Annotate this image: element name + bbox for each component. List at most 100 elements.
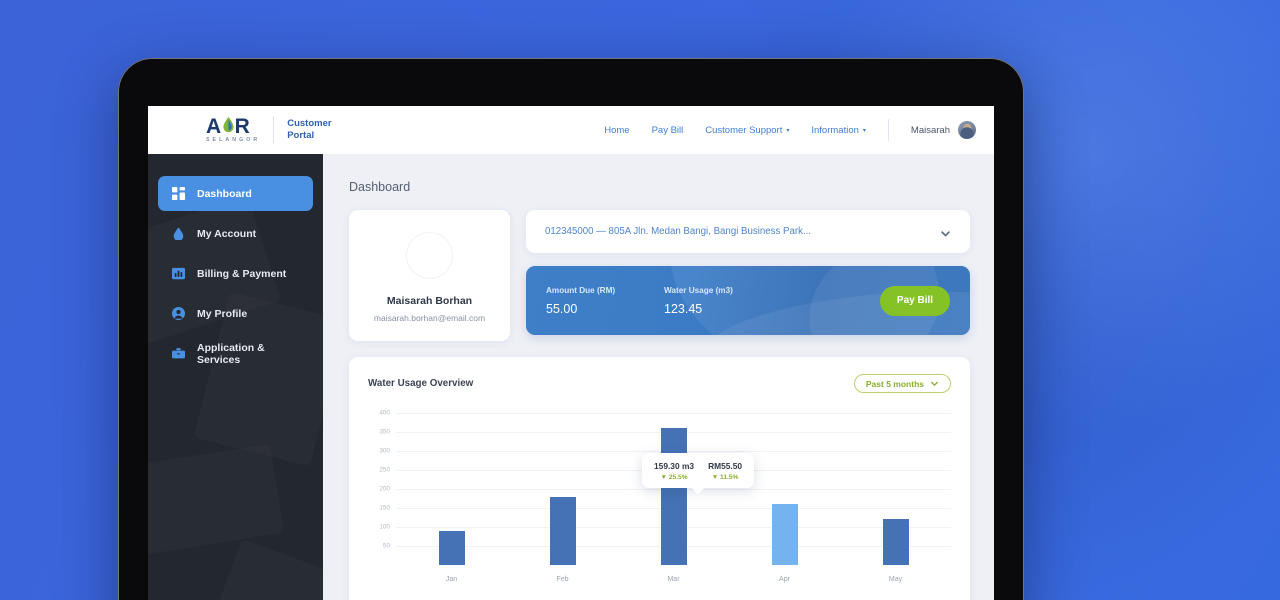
chart-title: Water Usage Overview [368, 378, 474, 389]
logo-wordmark: A R [206, 116, 260, 137]
chart-header: Water Usage Overview Past 5 months [368, 374, 951, 393]
date-range-label: Past 5 months [865, 378, 924, 389]
tablet-device-frame: A R SELANGOR Customer Portal Home Pay Bi… [118, 58, 1024, 600]
chart-x-tick-label: Jan [445, 576, 458, 583]
sidebar-item-dashboard[interactable]: Dashboard [158, 176, 313, 211]
sidebar-item-label: Dashboard [197, 187, 252, 200]
app-header: A R SELANGOR Customer Portal Home Pay Bi… [148, 106, 994, 154]
chart-x-axis: Jan Feb Mar Apr May [396, 576, 951, 583]
amount-due-stat: Amount Due (RM) 55.00 [546, 286, 664, 316]
chart-y-tick-label: 100 [379, 523, 390, 531]
logo-subtitle: SELANGOR [206, 137, 261, 144]
chart-bar[interactable] [438, 531, 465, 565]
chart-tooltip: 159.30 m3 ▼ 25.5% RM55.50 ▼ 11.5% [642, 453, 755, 495]
nav-link-information[interactable]: Information ▾ [811, 125, 866, 136]
sidebar-item-my-profile[interactable]: My Profile [158, 296, 313, 331]
user-menu-label: Maisarah [910, 124, 950, 136]
main-content: Dashboard Maisarah Borhan maisarah.borha… [323, 154, 994, 600]
tooltip-usage: 159.30 m3 ▼ 25.5% [654, 461, 694, 481]
logo-letter-a: A [206, 115, 222, 139]
tooltip-usage-value: 159.30 m3 [654, 461, 695, 471]
nav-link-pay-bill-label: Pay Bill [651, 124, 684, 136]
water-usage-stat: Water Usage (m3) 123.45 [664, 286, 814, 316]
chart-y-tick-label: 400 [379, 409, 390, 417]
chart-x-tick-label: Mar [667, 576, 680, 583]
nav-link-information-label: Information [811, 124, 859, 136]
user-menu[interactable]: Maisarah [911, 121, 976, 139]
nav-divider [887, 119, 889, 141]
grid-icon [172, 187, 185, 200]
chart-bar[interactable] [771, 504, 798, 565]
sidebar-decoration [201, 539, 323, 600]
chart-y-tick-label: 250 [379, 466, 390, 474]
water-usage-chart-card: Water Usage Overview Past 5 months 400 35… [349, 357, 970, 600]
chart-y-tick-label: 50 [382, 542, 390, 550]
date-range-selector[interactable]: Past 5 months [853, 374, 951, 393]
profile-email: maisarah.borhan@email.com [373, 313, 486, 323]
water-drop-icon [223, 116, 234, 137]
portal-title-line2: Portal [287, 129, 315, 141]
chevron-down-icon: ▾ [862, 127, 866, 134]
logo-mark: A R SELANGOR [206, 116, 260, 143]
bar-chart-plot: 400 350 300 250 200 150 100 50 Jan Feb Mar Apr May … [368, 405, 951, 583]
sidebar-item-billing-payment[interactable]: Billing & Payment [158, 256, 313, 291]
chart-x-tick-label: Feb [556, 576, 569, 583]
primary-navigation: Home Pay Bill Customer Support ▾ Informa… [604, 119, 976, 141]
billing-summary-card: Amount Due (RM) 55.00 Water Usage (m3) 1… [526, 266, 970, 335]
amount-due-label: Amount Due (RM) [546, 285, 616, 295]
account-selector[interactable]: 012345000 — 805A Jln. Medan Bangi, Bangi… [526, 210, 970, 253]
profile-card: Maisarah Borhan maisarah.borhan@email.co… [349, 210, 510, 341]
tooltip-amount-value: RM55.50 [708, 461, 743, 471]
tooltip-amount: RM55.50 ▼ 11.5% [708, 461, 742, 481]
sidebar-decoration [148, 444, 284, 555]
person-icon [172, 307, 185, 320]
logo-letter-r: R [234, 115, 251, 139]
chart-bar-column[interactable] [396, 405, 507, 565]
chart-y-tick-label: 350 [379, 428, 390, 436]
logo-divider [273, 116, 275, 144]
chevron-down-icon: ▾ [786, 127, 790, 134]
tooltip-usage-delta: ▼ 25.5% [660, 474, 688, 481]
sidebar: Dashboard My Account Billing & Payment M… [148, 154, 323, 600]
chevron-down-icon [930, 379, 939, 388]
avatar [406, 232, 453, 279]
water-drop-icon [172, 227, 185, 240]
brand-logo[interactable]: A R SELANGOR Customer Portal [206, 116, 332, 144]
nav-link-pay-bill[interactable]: Pay Bill [652, 125, 684, 136]
chart-bar-column[interactable] [507, 405, 618, 565]
page-backdrop: A R SELANGOR Customer Portal Home Pay Bi… [0, 0, 1280, 600]
chart-bar[interactable] [549, 497, 576, 565]
avatar [958, 121, 976, 139]
pay-bill-button[interactable]: Pay Bill [880, 285, 950, 316]
chart-y-tick-label: 150 [379, 504, 390, 512]
portal-title-line1: Customer [287, 118, 332, 130]
chart-x-tick-label: May [888, 576, 903, 583]
sidebar-item-my-account[interactable]: My Account [158, 216, 313, 251]
sidebar-item-application-services[interactable]: Application & Services [158, 336, 313, 371]
chart-x-tick-label: Apr [779, 576, 790, 583]
chart-bar-column[interactable] [840, 405, 951, 565]
tooltip-amount-delta: ▼ 11.5% [711, 474, 739, 481]
nav-link-customer-support-label: Customer Support [705, 124, 783, 136]
chart-bar[interactable] [882, 518, 909, 565]
briefcase-icon [172, 347, 185, 360]
amount-due-value: 55.00 [546, 301, 578, 316]
bar-chart-icon [172, 267, 185, 280]
portal-title: Customer Portal [287, 118, 331, 142]
nav-link-customer-support[interactable]: Customer Support ▾ [705, 125, 789, 136]
dashboard-right-column: 012345000 — 805A Jln. Medan Bangi, Bangi… [526, 210, 970, 341]
profile-name: Maisarah Borhan [386, 295, 473, 307]
tablet-screen: A R SELANGOR Customer Portal Home Pay Bi… [148, 106, 994, 600]
sidebar-item-label: My Profile [197, 307, 248, 320]
chart-y-tick-label: 200 [379, 485, 390, 493]
sidebar-item-label: My Account [197, 227, 257, 240]
account-selector-value: 012345000 — 805A Jln. Medan Bangi, Bangi… [545, 226, 812, 237]
chart-bar[interactable] [660, 427, 687, 565]
chart-y-tick-label: 300 [379, 447, 390, 455]
nav-link-home[interactable]: Home [604, 125, 629, 136]
chevron-down-icon [940, 226, 951, 237]
sidebar-item-label: Billing & Payment [197, 267, 287, 280]
water-usage-label: Water Usage (m3) [664, 285, 733, 295]
sidebar-item-label: Application & Services [197, 341, 265, 366]
water-usage-value: 123.45 [664, 301, 703, 316]
